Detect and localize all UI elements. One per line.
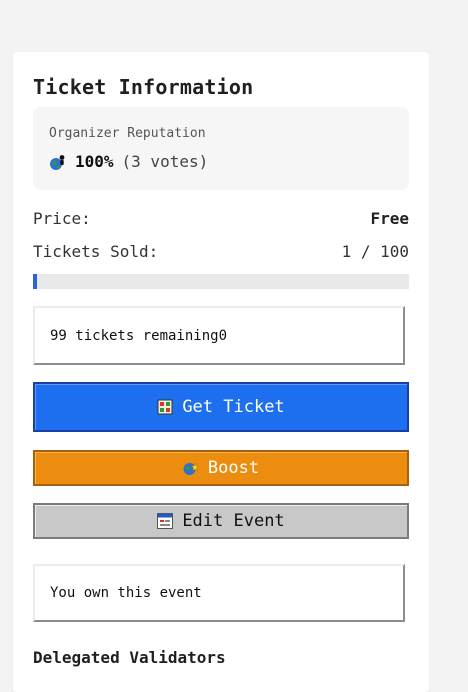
tickets-remaining-box: 99 tickets remaining0	[33, 306, 405, 365]
reputation-votes: (3 votes)	[121, 152, 209, 171]
reputation-label: Organizer Reputation	[49, 126, 206, 141]
tickets-progress-fill	[33, 274, 37, 289]
edit-event-label: Edit Event	[182, 511, 285, 531]
ticket-icon	[157, 399, 173, 415]
edit-event-button[interactable]: Edit Event	[33, 503, 409, 539]
tickets-sold-value: 1 / 100	[341, 242, 409, 261]
window-icon	[157, 513, 174, 529]
price-label: Price:	[33, 209, 91, 228]
globe-star-icon	[183, 460, 200, 476]
price-value: Free	[370, 209, 409, 228]
price-row: Price: Free	[33, 209, 409, 228]
get-ticket-label: Get Ticket	[182, 397, 285, 417]
boost-button[interactable]: Boost	[33, 450, 409, 486]
owner-notice-box: You own this event	[33, 564, 405, 622]
tickets-sold-label: Tickets Sold:	[33, 242, 159, 261]
tickets-progress-bar	[33, 274, 409, 289]
boost-label: Boost	[207, 458, 260, 478]
reputation-row: 100% (3 votes)	[49, 152, 208, 171]
get-ticket-button[interactable]: Get Ticket	[33, 382, 409, 432]
page-title: Ticket Information	[33, 75, 254, 99]
tickets-sold-row: Tickets Sold: 1 / 100	[33, 242, 409, 261]
validators-heading: Delegated Validators	[33, 648, 226, 667]
globe-person-icon	[49, 153, 67, 171]
tickets-remaining-text: 99 tickets remaining0	[50, 327, 228, 344]
owner-notice-text: You own this event	[50, 585, 202, 601]
reputation-panel: Organizer Reputation 100% (3 votes)	[33, 107, 409, 190]
reputation-percent: 100%	[75, 152, 114, 171]
